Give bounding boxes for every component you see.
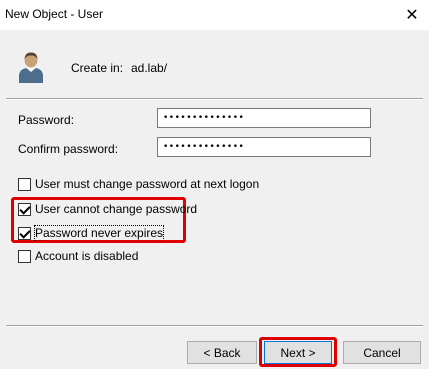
checkbox-account-disabled[interactable] [18, 249, 31, 263]
confirm-password-field[interactable]: •••••••••••••• [157, 137, 371, 157]
checkbox-password-never-expires[interactable] [18, 226, 31, 240]
create-in-label: Create in: [71, 61, 124, 75]
option-label: Account is disabled [35, 249, 139, 263]
password-label: Password: [18, 113, 75, 127]
option-label: User cannot change password [35, 202, 198, 216]
option-label: Password never expires [33, 225, 165, 241]
back-button[interactable]: < Back [187, 341, 257, 364]
checkbox-must-change-password[interactable] [18, 177, 31, 191]
cancel-button[interactable]: Cancel [343, 341, 421, 364]
divider-top [6, 98, 423, 100]
password-field[interactable]: •••••••••••••• [157, 108, 371, 128]
option-label: User must change password at next logon [35, 177, 260, 191]
option-account-disabled[interactable]: Account is disabled [18, 249, 138, 263]
option-cannot-change-password[interactable]: User cannot change password [18, 202, 197, 216]
option-password-never-expires[interactable]: Password never expires [18, 225, 165, 241]
checkbox-cannot-change-password[interactable] [18, 202, 31, 216]
option-must-change-password[interactable]: User must change password at next logon [18, 177, 259, 191]
close-button[interactable]: ✕ [395, 0, 429, 30]
divider-bottom [6, 325, 423, 327]
create-in-path: ad.lab/ [131, 61, 168, 75]
user-icon [19, 52, 43, 83]
confirm-password-label: Confirm password: [18, 142, 119, 156]
highlight-box-next [259, 337, 337, 367]
title-bar: New Object - User ✕ [0, 0, 429, 30]
window-title: New Object - User [5, 7, 104, 21]
close-icon: ✕ [405, 7, 419, 24]
